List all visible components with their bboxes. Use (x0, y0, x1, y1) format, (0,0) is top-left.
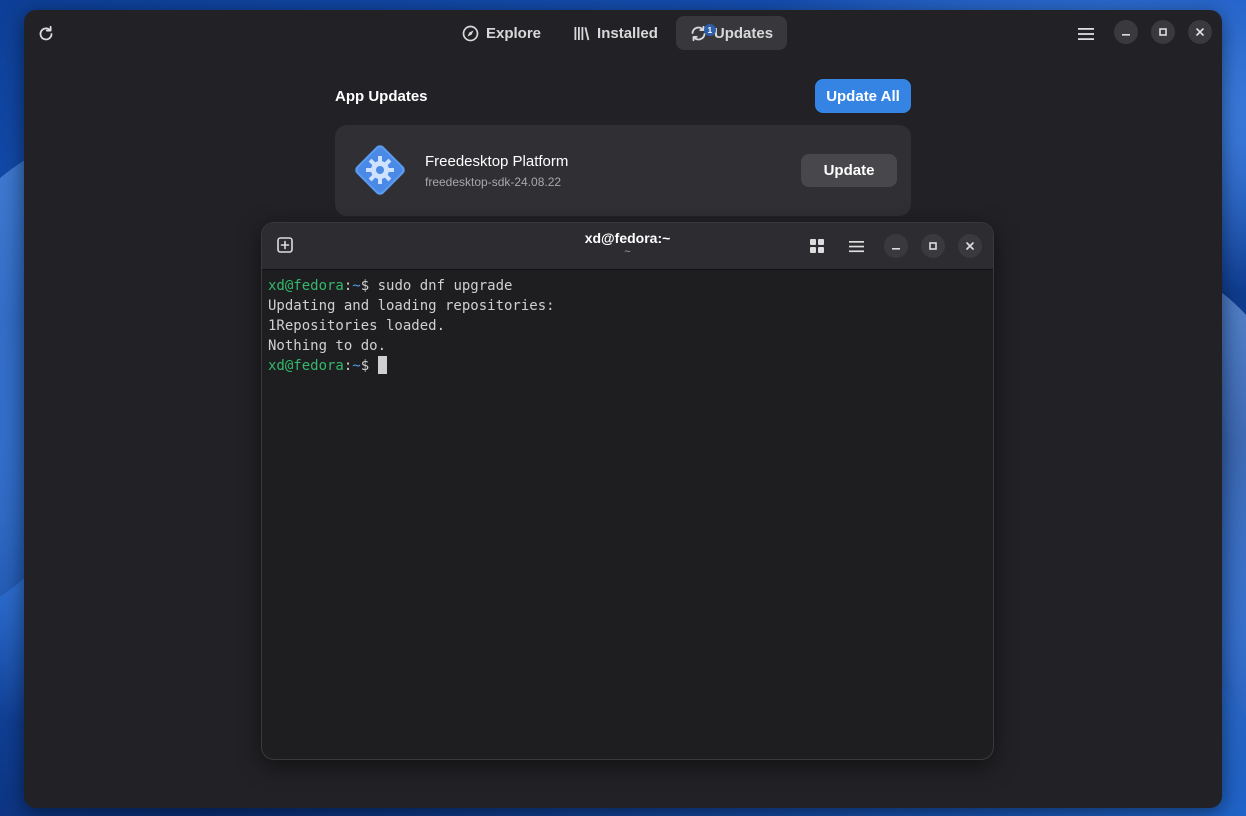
close-icon (1196, 28, 1204, 36)
command-text: $ sudo dnf upgrade (360, 278, 513, 294)
app-version: freedesktop-sdk-24.08.22 (425, 175, 562, 189)
app-update-row[interactable]: Freedesktop Platform freedesktop-sdk-24.… (335, 125, 911, 216)
prompt-user: xd@fedora (268, 358, 344, 374)
terminal-maximize-button[interactable] (921, 234, 945, 258)
hamburger-icon (1078, 28, 1094, 40)
compass-icon (462, 25, 479, 41)
tab-explore[interactable]: Explore (448, 16, 555, 50)
maximize-button[interactable] (1151, 20, 1175, 44)
terminal-window: xd@fedora:~ ~ xd@fedora:~$ sudo dnf upgr… (262, 223, 993, 759)
prompt-symbol: $ (360, 358, 378, 374)
tab-updates[interactable]: 1 Updates (675, 16, 788, 50)
close-icon (966, 242, 974, 250)
prompt-path: ~ (352, 358, 361, 374)
updates-count-badge: 1 (703, 24, 716, 36)
headerbar: Explore Installed 1 Updates (24, 10, 1222, 56)
terminal-output[interactable]: xd@fedora:~$ sudo dnf upgrade Updating an… (268, 276, 555, 376)
minimize-icon (1122, 34, 1130, 36)
minimize-icon (892, 248, 900, 250)
terminal-line: Nothing to do. (268, 338, 387, 354)
terminal-minimize-button[interactable] (884, 234, 908, 258)
terminal-menu-button[interactable] (845, 235, 867, 257)
terminal-line: xd@fedora:~$ (268, 356, 555, 376)
tab-explore-label: Explore (486, 24, 542, 42)
tab-overview-button[interactable] (806, 235, 828, 257)
reload-icon (39, 25, 53, 41)
tab-installed-label: Installed (597, 24, 658, 42)
terminal-line: xd@fedora:~$ sudo dnf upgrade (268, 276, 555, 296)
maximize-icon (1159, 28, 1167, 36)
close-button[interactable] (1188, 20, 1212, 44)
app-icon (355, 145, 405, 195)
update-button[interactable]: Update (801, 154, 897, 187)
update-all-button[interactable]: Update All (815, 79, 911, 113)
refresh-button[interactable] (34, 22, 58, 46)
section-title: App Updates (335, 88, 428, 105)
grid-icon (810, 239, 824, 253)
terminal-line: Updating and loading repositories: (268, 298, 555, 314)
maximize-icon (929, 242, 937, 250)
library-icon (574, 26, 590, 40)
tab-installed[interactable]: Installed (559, 16, 672, 50)
app-name: Freedesktop Platform (425, 153, 569, 170)
tab-updates-label: Updates (713, 24, 774, 42)
terminal-line: 1Repositories loaded. (268, 318, 446, 334)
prompt-user: xd@fedora (268, 278, 344, 294)
view-switcher: Explore Installed 1 Updates (448, 16, 788, 50)
terminal-headerbar: xd@fedora:~ ~ (262, 223, 993, 270)
hamburger-icon (848, 240, 864, 252)
text-cursor (377, 356, 387, 374)
main-menu-button[interactable] (1074, 22, 1098, 46)
minimize-button[interactable] (1114, 20, 1138, 44)
prompt-path: ~ (352, 278, 361, 294)
terminal-close-button[interactable] (958, 234, 982, 258)
